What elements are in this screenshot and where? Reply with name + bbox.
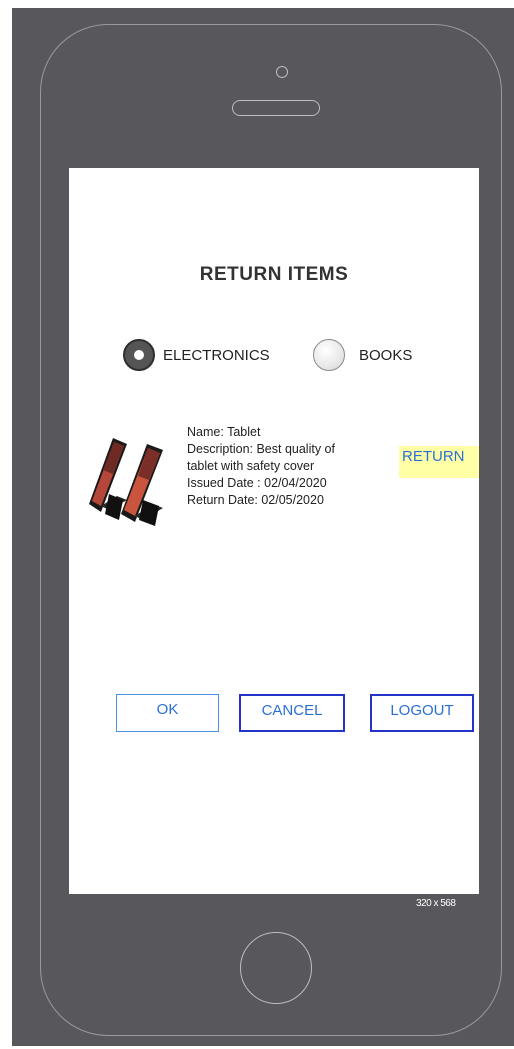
radio-books-label: BOOKS	[359, 346, 413, 364]
radio-unselected-icon[interactable]	[313, 339, 345, 371]
item-details: Name: Tablet Description: Best quality o…	[187, 424, 375, 509]
radio-electronics[interactable]: ELECTRONICS	[123, 336, 270, 374]
camera-icon	[276, 66, 288, 78]
screen-size-label: 320 x 568	[416, 898, 456, 909]
radio-books[interactable]: BOOKS	[313, 336, 412, 374]
radio-selected-icon[interactable]	[123, 339, 155, 371]
return-button[interactable]: RETURN	[399, 446, 479, 478]
radio-electronics-label: ELECTRONICS	[163, 346, 270, 364]
cancel-button[interactable]: CANCEL	[239, 694, 345, 732]
ok-button[interactable]: OK	[116, 694, 219, 732]
logout-button[interactable]: LOGOUT	[370, 694, 474, 732]
tablet-icon	[87, 434, 173, 526]
item-return-date: Return Date: 02/05/2020	[187, 493, 324, 507]
item-issued-date: Issued Date : 02/04/2020	[187, 476, 327, 490]
item-name: Name: Tablet	[187, 425, 261, 439]
home-button[interactable]	[240, 932, 312, 1004]
item-description-line2: tablet with safety cover	[187, 459, 315, 473]
page-title: RETURN ITEMS	[199, 264, 349, 285]
speaker-icon	[232, 100, 320, 116]
phone-frame: 320 x 568 RETURN ITEMS ELECTRONICS BOOKS	[12, 8, 514, 1046]
item-description-line1: Description: Best quality of	[187, 442, 335, 456]
app-screen: RETURN ITEMS ELECTRONICS BOOKS Name: Tab…	[69, 168, 479, 894]
